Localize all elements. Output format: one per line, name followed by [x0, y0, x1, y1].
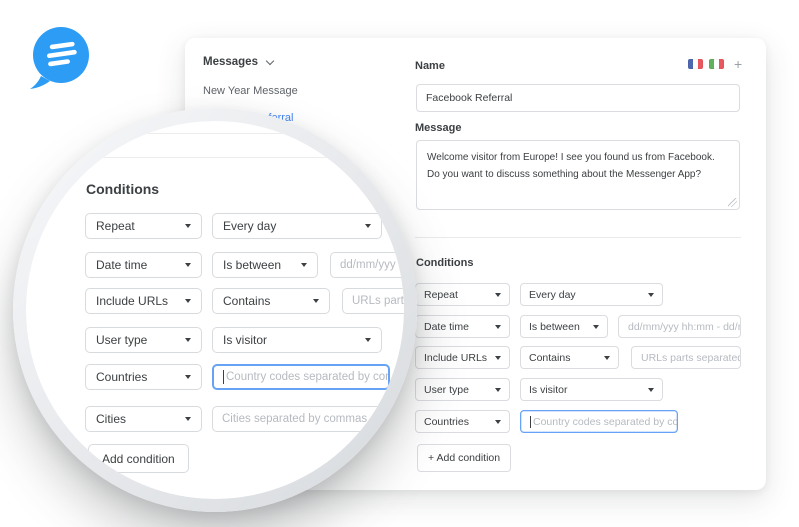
dropdown-caret-icon	[185, 224, 191, 228]
message-text: Welcome visitor from Europe! I see you f…	[427, 152, 715, 180]
dropdown-caret-icon	[495, 324, 501, 329]
dropdown-caret-icon	[185, 299, 191, 303]
countries-input[interactable]: Country codes separated by commas	[212, 364, 390, 390]
name-input[interactable]: Facebook Referral	[416, 84, 740, 112]
urls-input[interactable]: URLs parts separated by commas	[342, 288, 404, 314]
dropdown-caret-icon	[313, 299, 319, 303]
select-value: Contains	[529, 351, 571, 364]
select-value: Date time	[424, 320, 469, 333]
select-value: Include URLs	[424, 351, 488, 364]
condition-field-select[interactable]: Date time	[85, 252, 202, 278]
select-value: Is between	[223, 258, 282, 272]
dropdown-caret-icon	[495, 419, 501, 424]
select-value: Cities	[96, 412, 127, 426]
message-textarea[interactable]: Welcome visitor from Europe! I see you f…	[416, 140, 740, 210]
page: Messages New Year Message Facebook Refer…	[0, 0, 799, 527]
dropdown-caret-icon	[185, 417, 191, 421]
dropdown-caret-icon	[365, 338, 371, 342]
condition-operator-select[interactable]: Contains	[520, 346, 619, 369]
dropdown-caret-icon	[495, 387, 501, 392]
text-cursor	[223, 370, 224, 384]
select-value: Contains	[223, 294, 271, 308]
condition-operator-select[interactable]: Contains	[212, 288, 330, 314]
urls-input[interactable]: URLs parts separated by commas	[631, 346, 741, 369]
input-placeholder: Country codes separated by commas	[533, 415, 678, 428]
select-value: Countries	[424, 415, 469, 428]
dropdown-caret-icon	[185, 338, 191, 342]
magnified-conditions-heading: Conditions	[86, 181, 160, 197]
cities-input[interactable]: Cities separated by commas	[212, 406, 382, 432]
date-range-input[interactable]: dd/mm/yyy hh:mm - dd/mm/yyy hh:mm	[618, 315, 741, 338]
dropdown-caret-icon	[185, 375, 191, 379]
sidebar-item-new-year-message[interactable]: New Year Message	[203, 85, 298, 97]
magnifier-ring: Conditions Repeat Every day Date time Is…	[13, 108, 417, 512]
dropdown-caret-icon	[648, 387, 654, 392]
condition-field-select[interactable]: Include URLs	[415, 346, 510, 369]
dropdown-caret-icon	[604, 355, 610, 360]
select-value: Is visitor	[223, 333, 268, 347]
italian-flag-icon[interactable]	[709, 59, 724, 69]
condition-operator-select[interactable]: Is visitor	[212, 327, 382, 353]
name-input-value: Facebook Referral	[426, 92, 513, 104]
condition-field-select[interactable]: User type	[415, 378, 510, 401]
sidebar-messages-menu[interactable]: Messages	[203, 56, 275, 68]
magnified-divider	[26, 157, 404, 158]
condition-operator-select[interactable]: Is between	[212, 252, 318, 278]
input-placeholder: URLs parts separated by commas	[641, 351, 741, 364]
input-placeholder: Country codes separated by commas	[226, 371, 388, 383]
condition-field-select[interactable]: Date time	[415, 315, 510, 338]
dropdown-caret-icon	[365, 224, 371, 228]
dropdown-caret-icon	[495, 355, 501, 360]
magnifier-lens: Conditions Repeat Every day Date time Is…	[26, 121, 404, 499]
select-value: Countries	[96, 370, 148, 384]
add-condition-button[interactable]: + Add condition	[417, 444, 512, 472]
message-label: Message	[415, 122, 462, 134]
section-divider	[415, 237, 741, 238]
condition-field-select[interactable]: User type	[85, 327, 202, 353]
name-label: Name	[415, 60, 445, 72]
input-placeholder: Cities separated by commas	[222, 413, 368, 425]
select-value: Repeat	[424, 288, 458, 301]
condition-field-select[interactable]: Repeat	[85, 213, 202, 239]
condition-operator-select[interactable]: Every day	[520, 283, 663, 306]
select-value: User type	[96, 333, 148, 347]
select-value: Is between	[529, 320, 580, 333]
select-value: Every day	[223, 219, 277, 233]
dropdown-caret-icon	[648, 292, 654, 297]
input-placeholder: dd/mm/yyy hh:mm - dd/mm/yyy hh:mm	[340, 259, 404, 271]
french-flag-icon[interactable]	[688, 59, 703, 69]
condition-field-select[interactable]: Countries	[85, 364, 202, 390]
select-value: Date time	[96, 258, 148, 272]
dropdown-caret-icon	[593, 324, 599, 329]
condition-field-select[interactable]: Repeat	[415, 283, 510, 306]
resize-handle-icon[interactable]	[728, 198, 737, 207]
dropdown-caret-icon	[301, 263, 307, 267]
countries-input[interactable]: Country codes separated by commas	[520, 410, 678, 433]
condition-operator-select[interactable]: Every day	[212, 213, 382, 239]
sidebar-header-label: Messages	[203, 56, 258, 68]
condition-field-select[interactable]: Include URLs	[85, 288, 202, 314]
language-switcher: +	[688, 57, 742, 71]
select-value: User type	[424, 383, 469, 396]
add-language-button[interactable]: +	[734, 57, 742, 71]
condition-operator-select[interactable]: Is visitor	[520, 378, 663, 401]
select-value: Every day	[529, 288, 576, 301]
input-placeholder: dd/mm/yyy hh:mm - dd/mm/yyy hh:mm	[628, 320, 740, 333]
text-cursor	[530, 415, 531, 428]
select-value: Include URLs	[96, 294, 169, 308]
conditions-heading: Conditions	[416, 257, 474, 269]
condition-operator-select[interactable]: Is between	[520, 315, 608, 338]
condition-field-select[interactable]: Countries	[415, 410, 510, 433]
condition-field-select[interactable]: Cities	[85, 406, 202, 432]
chevron-down-icon	[265, 56, 275, 65]
select-value: Is visitor	[529, 383, 568, 396]
select-value: Repeat	[96, 219, 135, 233]
messenger-logo-icon	[30, 27, 89, 89]
add-condition-button[interactable]: Add condition	[88, 444, 189, 473]
dropdown-caret-icon	[185, 263, 191, 267]
input-placeholder: URLs parts separated by commas	[352, 295, 404, 307]
date-range-input[interactable]: dd/mm/yyy hh:mm - dd/mm/yyy hh:mm	[330, 252, 404, 278]
dropdown-caret-icon	[495, 292, 501, 297]
